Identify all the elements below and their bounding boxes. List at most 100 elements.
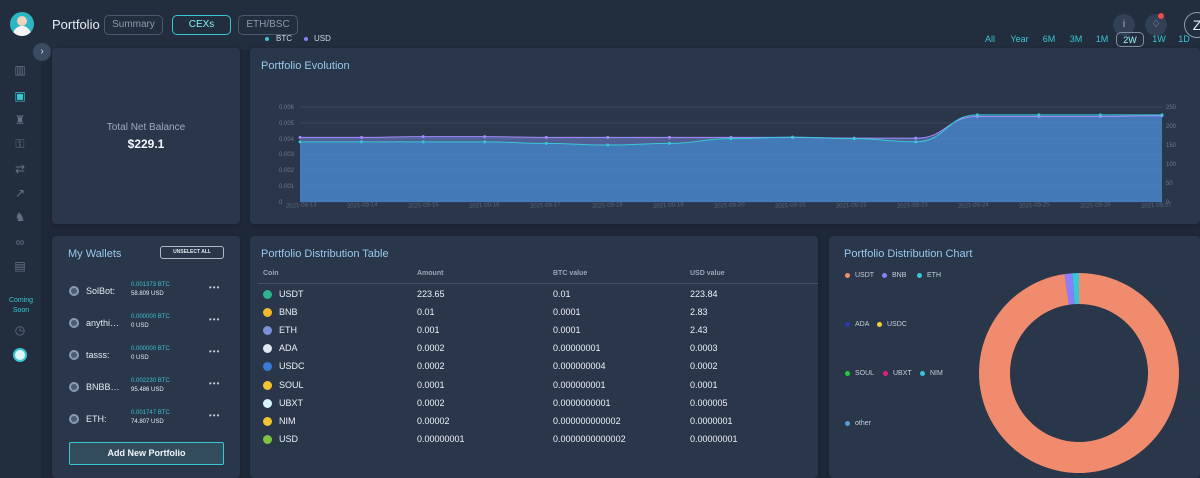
wallet-name[interactable]: tasss: — [86, 350, 110, 360]
range-all-button[interactable]: All — [982, 32, 998, 47]
usd-series-point[interactable] — [483, 135, 487, 139]
app-logo[interactable] — [10, 12, 34, 36]
wallet-radio[interactable] — [69, 382, 79, 392]
wallet-menu-button[interactable]: ••• — [209, 347, 220, 356]
btc-series-point[interactable] — [606, 143, 610, 147]
usd-series-point[interactable] — [544, 135, 548, 139]
usd-series-point[interactable] — [606, 135, 610, 139]
trending-up-icon[interactable]: ↗ — [11, 184, 29, 202]
dog-icon[interactable]: ♞ — [11, 208, 29, 226]
btc-series-point[interactable] — [975, 113, 979, 117]
usd-legend-label[interactable]: USD — [314, 34, 331, 43]
wallet-menu-button[interactable]: ••• — [209, 379, 220, 388]
wallet-icon[interactable]: ▤ — [11, 257, 29, 275]
wallet-name[interactable]: ETH: — [86, 414, 107, 424]
usd-series-point[interactable] — [667, 135, 671, 139]
bar-chart-icon[interactable]: ▥ — [11, 61, 29, 79]
usd-series-point[interactable] — [360, 135, 364, 139]
wallet-radio[interactable] — [69, 286, 79, 296]
pie-legend-label[interactable]: BNB — [892, 272, 906, 279]
tab-cexs[interactable]: CEXs — [172, 15, 231, 35]
table-cell-coin: UBXT — [279, 397, 304, 408]
wallet-radio[interactable] — [69, 318, 79, 328]
btc-series-point[interactable] — [483, 140, 487, 144]
ubxt-coin-icon — [263, 398, 272, 408]
btc-series-point[interactable] — [729, 137, 733, 141]
pie-legend-label[interactable]: UBXT — [893, 370, 912, 377]
wallet-usd-balance: 74.807 USD — [131, 419, 164, 425]
table-cell-usd: 0.0002 — [690, 361, 718, 372]
table-cell-amount: 0.001 — [417, 325, 440, 336]
right-axis-tick: 250 — [1166, 105, 1177, 111]
table-cell-amount: 223.65 — [417, 289, 445, 299]
btc-series-point[interactable] — [1098, 113, 1102, 117]
table-header-btc-value[interactable]: BTC value — [553, 270, 587, 277]
table-header-coin[interactable]: Coin — [263, 270, 279, 277]
wallet-name[interactable]: anythi… — [86, 318, 119, 328]
tab-eth-bsc[interactable]: ETH/BSC — [238, 15, 298, 35]
range-3m-button[interactable]: 3M — [1067, 32, 1085, 47]
pie-slice[interactable] — [979, 273, 1179, 473]
pie-legend-label[interactable]: NIM — [930, 370, 943, 377]
key-icon[interactable]: ⚿ — [11, 135, 29, 153]
btc-series-point[interactable] — [421, 140, 425, 144]
range-1d-button[interactable]: 1D — [1176, 32, 1192, 47]
pie-legend-label[interactable]: ADA — [855, 321, 869, 328]
wallet-radio[interactable] — [69, 350, 79, 360]
btc-series-point[interactable] — [360, 140, 364, 144]
pie-legend-label[interactable]: SOUL — [855, 370, 874, 377]
pie-legend-dot — [845, 322, 850, 327]
wallet-radio[interactable] — [69, 414, 79, 424]
usd-series-point[interactable] — [421, 135, 425, 139]
table-header-amount[interactable]: Amount — [417, 270, 443, 277]
range-6m-button[interactable]: 6M — [1040, 32, 1058, 47]
pie-legend-label[interactable]: USDT — [855, 272, 874, 279]
btc-series-point[interactable] — [544, 141, 548, 145]
wallet-menu-button[interactable]: ••• — [209, 315, 220, 324]
btc-legend-label[interactable]: BTC — [276, 34, 292, 43]
wallet-menu-button[interactable]: ••• — [209, 411, 220, 420]
btc-series-point[interactable] — [298, 140, 302, 144]
notification-badge — [1158, 13, 1164, 19]
btc-series-point[interactable] — [1160, 113, 1164, 117]
round-logo-icon[interactable] — [13, 348, 27, 362]
table-cell-btc: 0.0001 — [553, 307, 581, 318]
briefcase-icon[interactable]: ▣ — [11, 87, 29, 105]
range-1m-button[interactable]: 1M — [1094, 32, 1110, 47]
table-header-divider — [258, 283, 818, 284]
wallet-name[interactable]: BNBB… — [86, 382, 120, 392]
usd-coin-icon — [263, 434, 272, 444]
left-axis-tick: 0.006 — [279, 105, 295, 111]
add-new-portfolio-button[interactable]: Add New Portfolio — [69, 442, 224, 465]
usd-series-point[interactable] — [298, 135, 302, 139]
clock-icon[interactable]: ◷ — [11, 321, 29, 339]
btc-series-point[interactable] — [914, 140, 918, 144]
range-1w-button[interactable]: 1W — [1150, 32, 1168, 47]
pie-legend-label[interactable]: USDC — [887, 321, 907, 328]
btc-series-point[interactable] — [852, 137, 856, 141]
table-cell-btc: 0.00000001 — [553, 343, 601, 354]
usd-series-point[interactable] — [914, 136, 918, 140]
left-axis-tick: 0.004 — [279, 136, 295, 143]
pie-legend-dot — [877, 322, 882, 327]
table-cell-usd: 2.83 — [690, 307, 708, 318]
piggy-bank-icon[interactable]: ♜ — [11, 111, 29, 129]
chevron-right-icon[interactable]: › — [33, 43, 51, 61]
btc-series-point[interactable] — [791, 135, 795, 139]
table-cell-usd: 0.0000001 — [690, 415, 733, 426]
wallet-name[interactable]: SolBot: — [86, 286, 115, 296]
swap-icon[interactable]: ⇄ — [11, 160, 29, 178]
wallet-usd-balance: 58.809 USD — [131, 291, 164, 297]
btc-series-point[interactable] — [1037, 113, 1041, 117]
table-cell-amount: 0.0001 — [417, 379, 445, 390]
pie-legend-label[interactable]: ETH — [927, 272, 941, 279]
wallet-menu-button[interactable]: ••• — [209, 283, 220, 292]
range-2w-button[interactable]: 2W — [1116, 32, 1144, 47]
unselect-all-button[interactable]: UNSELECT ALL — [160, 246, 224, 259]
table-header-usd-value[interactable]: USD value — [690, 270, 725, 277]
range-year-button[interactable]: Year — [1008, 32, 1031, 47]
pie-legend-label[interactable]: other — [855, 420, 871, 427]
btc-series-point[interactable] — [667, 141, 671, 145]
tab-summary[interactable]: Summary — [104, 15, 163, 35]
infinity-icon[interactable]: ∞ — [11, 233, 29, 251]
